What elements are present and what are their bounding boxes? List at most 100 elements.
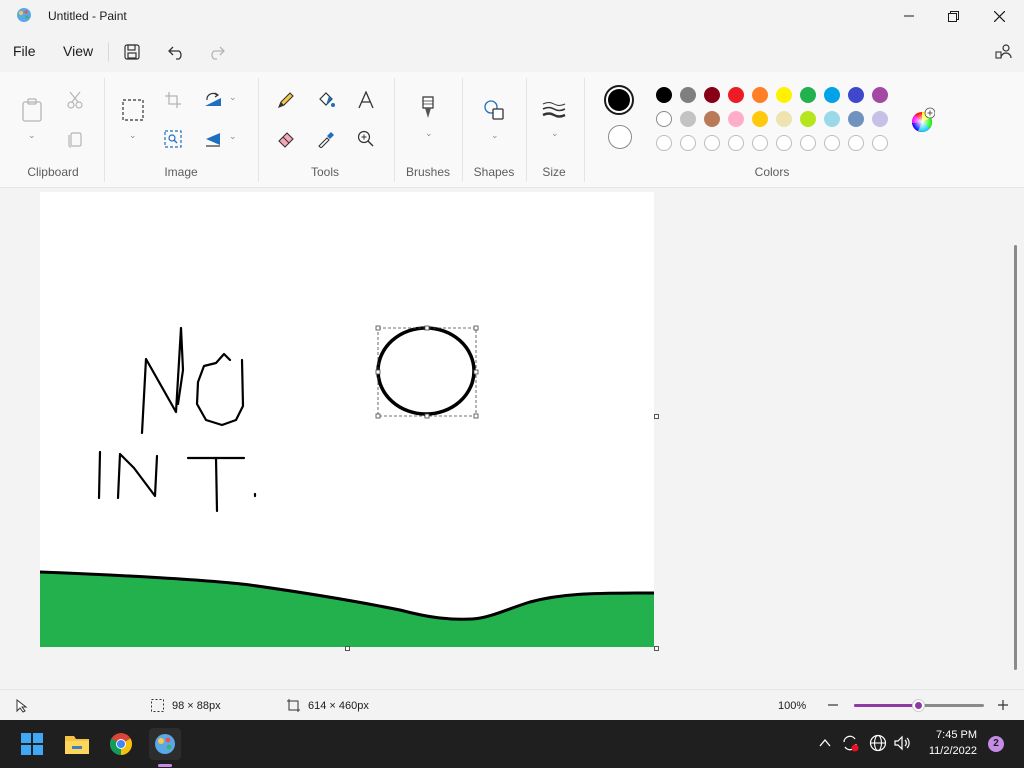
start-button[interactable] — [16, 728, 48, 760]
rotate-button[interactable] — [199, 125, 227, 153]
size-button[interactable] — [540, 96, 568, 124]
cut-button[interactable] — [61, 86, 89, 114]
save-button[interactable] — [118, 38, 146, 66]
rotate-chevron-icon[interactable]: ⌄ — [229, 131, 237, 142]
custom-color-slot[interactable] — [824, 135, 840, 151]
palette-color-swatch[interactable] — [824, 87, 840, 103]
maximize-button[interactable] — [930, 0, 976, 32]
chevron-up-icon[interactable] — [818, 736, 832, 753]
undo-button[interactable] — [163, 38, 191, 66]
chrome-button[interactable] — [105, 728, 137, 760]
zoom-slider-track[interactable] — [854, 699, 984, 712]
clock-date[interactable]: 11/2/2022 — [910, 745, 977, 757]
custom-color-slot[interactable] — [848, 135, 864, 151]
secondary-color-swatch[interactable] — [608, 125, 632, 149]
palette-color-swatch[interactable] — [680, 87, 696, 103]
resize-button[interactable] — [199, 86, 227, 114]
eraser-button[interactable] — [272, 125, 300, 153]
brushes-chevron-icon[interactable]: ⌄ — [425, 128, 433, 139]
image-search-button[interactable] — [159, 125, 187, 153]
palette-color-swatch[interactable] — [800, 111, 816, 127]
custom-color-slot[interactable] — [752, 135, 768, 151]
palette-color-swatch[interactable] — [656, 111, 672, 127]
select-chevron-icon[interactable]: ⌄ — [129, 130, 137, 141]
palette-color-swatch[interactable] — [680, 111, 696, 127]
palette-color-swatch[interactable] — [776, 111, 792, 127]
selection-handle[interactable] — [375, 325, 381, 331]
palette-color-swatch[interactable] — [848, 87, 864, 103]
profile-button[interactable] — [990, 38, 1018, 66]
selection-handle[interactable] — [473, 413, 479, 419]
shapes-chevron-icon[interactable]: ⌄ — [491, 130, 499, 141]
fill-button[interactable] — [312, 86, 340, 114]
primary-color-swatch[interactable] — [604, 85, 634, 115]
file-explorer-button[interactable] — [61, 728, 93, 760]
ribbon-divider — [394, 78, 395, 182]
palette-color-swatch[interactable] — [752, 111, 768, 127]
canvas-resize-handle-corner[interactable] — [654, 646, 659, 651]
size-chevron-icon[interactable]: ⌄ — [551, 128, 559, 139]
vertical-scrollbar[interactable] — [1014, 245, 1017, 670]
selection-handle[interactable] — [375, 413, 381, 419]
custom-color-slot[interactable] — [872, 135, 888, 151]
selection-handle[interactable] — [424, 413, 430, 419]
close-button[interactable] — [976, 0, 1022, 32]
menu-view[interactable]: View — [63, 43, 93, 59]
palette-color-swatch[interactable] — [776, 87, 792, 103]
palette-color-swatch[interactable] — [800, 87, 816, 103]
brushes-button[interactable] — [414, 94, 442, 122]
paste-chevron-icon[interactable]: ⌄ — [28, 130, 36, 141]
edit-colors-button[interactable] — [908, 106, 936, 134]
sync-icon[interactable] — [841, 734, 859, 755]
select-button[interactable] — [119, 96, 147, 124]
menu-file[interactable]: File — [13, 43, 36, 59]
custom-color-slot[interactable] — [776, 135, 792, 151]
redo-button[interactable] — [202, 38, 230, 66]
color-picker-button[interactable] — [312, 125, 340, 153]
drawing-canvas[interactable] — [39, 192, 655, 647]
zoom-in-button[interactable] — [997, 698, 1009, 712]
copy-button[interactable] — [61, 125, 89, 153]
pencil-button[interactable] — [272, 86, 300, 114]
crop-button[interactable] — [159, 86, 187, 114]
paint-taskbar-button[interactable] — [149, 728, 181, 760]
tools-group-label: Tools — [310, 165, 339, 179]
custom-color-slot[interactable] — [680, 135, 696, 151]
palette-color-swatch[interactable] — [848, 111, 864, 127]
resize-chevron-icon[interactable]: ⌄ — [229, 92, 237, 103]
palette-color-swatch[interactable] — [728, 111, 744, 127]
palette-color-swatch[interactable] — [704, 111, 720, 127]
selection-handle[interactable] — [473, 325, 479, 331]
selection-handle[interactable] — [375, 369, 381, 375]
selection-handle[interactable] — [424, 325, 430, 331]
canvas-resize-handle-right[interactable] — [654, 414, 659, 419]
clock-time[interactable]: 7:45 PM — [910, 729, 977, 741]
magnifier-button[interactable] — [352, 125, 380, 153]
zoom-slider-thumb[interactable] — [912, 699, 925, 712]
paste-button[interactable] — [18, 96, 46, 124]
selection-size-text: 98 × 88px — [172, 700, 221, 712]
palette-color-swatch[interactable] — [728, 87, 744, 103]
zoom-out-button[interactable] — [827, 698, 839, 712]
selection-handle[interactable] — [473, 369, 479, 375]
palette-color-swatch[interactable] — [752, 87, 768, 103]
palette-color-swatch[interactable] — [872, 111, 888, 127]
custom-color-slot[interactable] — [704, 135, 720, 151]
shapes-group-label: Shapes — [473, 165, 515, 179]
palette-color-swatch[interactable] — [656, 87, 672, 103]
notification-badge[interactable]: 2 — [988, 736, 1004, 752]
custom-color-slot[interactable] — [656, 135, 672, 151]
palette-color-swatch[interactable] — [824, 111, 840, 127]
network-icon[interactable] — [869, 734, 887, 755]
pencil-icon — [278, 92, 294, 108]
custom-color-slot[interactable] — [728, 135, 744, 151]
color-picker-icon — [318, 132, 334, 148]
text-button[interactable] — [352, 86, 380, 114]
minimize-button[interactable] — [886, 0, 932, 32]
palette-color-swatch[interactable] — [704, 87, 720, 103]
volume-icon[interactable] — [893, 734, 911, 755]
palette-color-swatch[interactable] — [872, 87, 888, 103]
canvas-resize-handle-bottom[interactable] — [345, 646, 350, 651]
shapes-button[interactable] — [480, 96, 508, 124]
custom-color-slot[interactable] — [800, 135, 816, 151]
